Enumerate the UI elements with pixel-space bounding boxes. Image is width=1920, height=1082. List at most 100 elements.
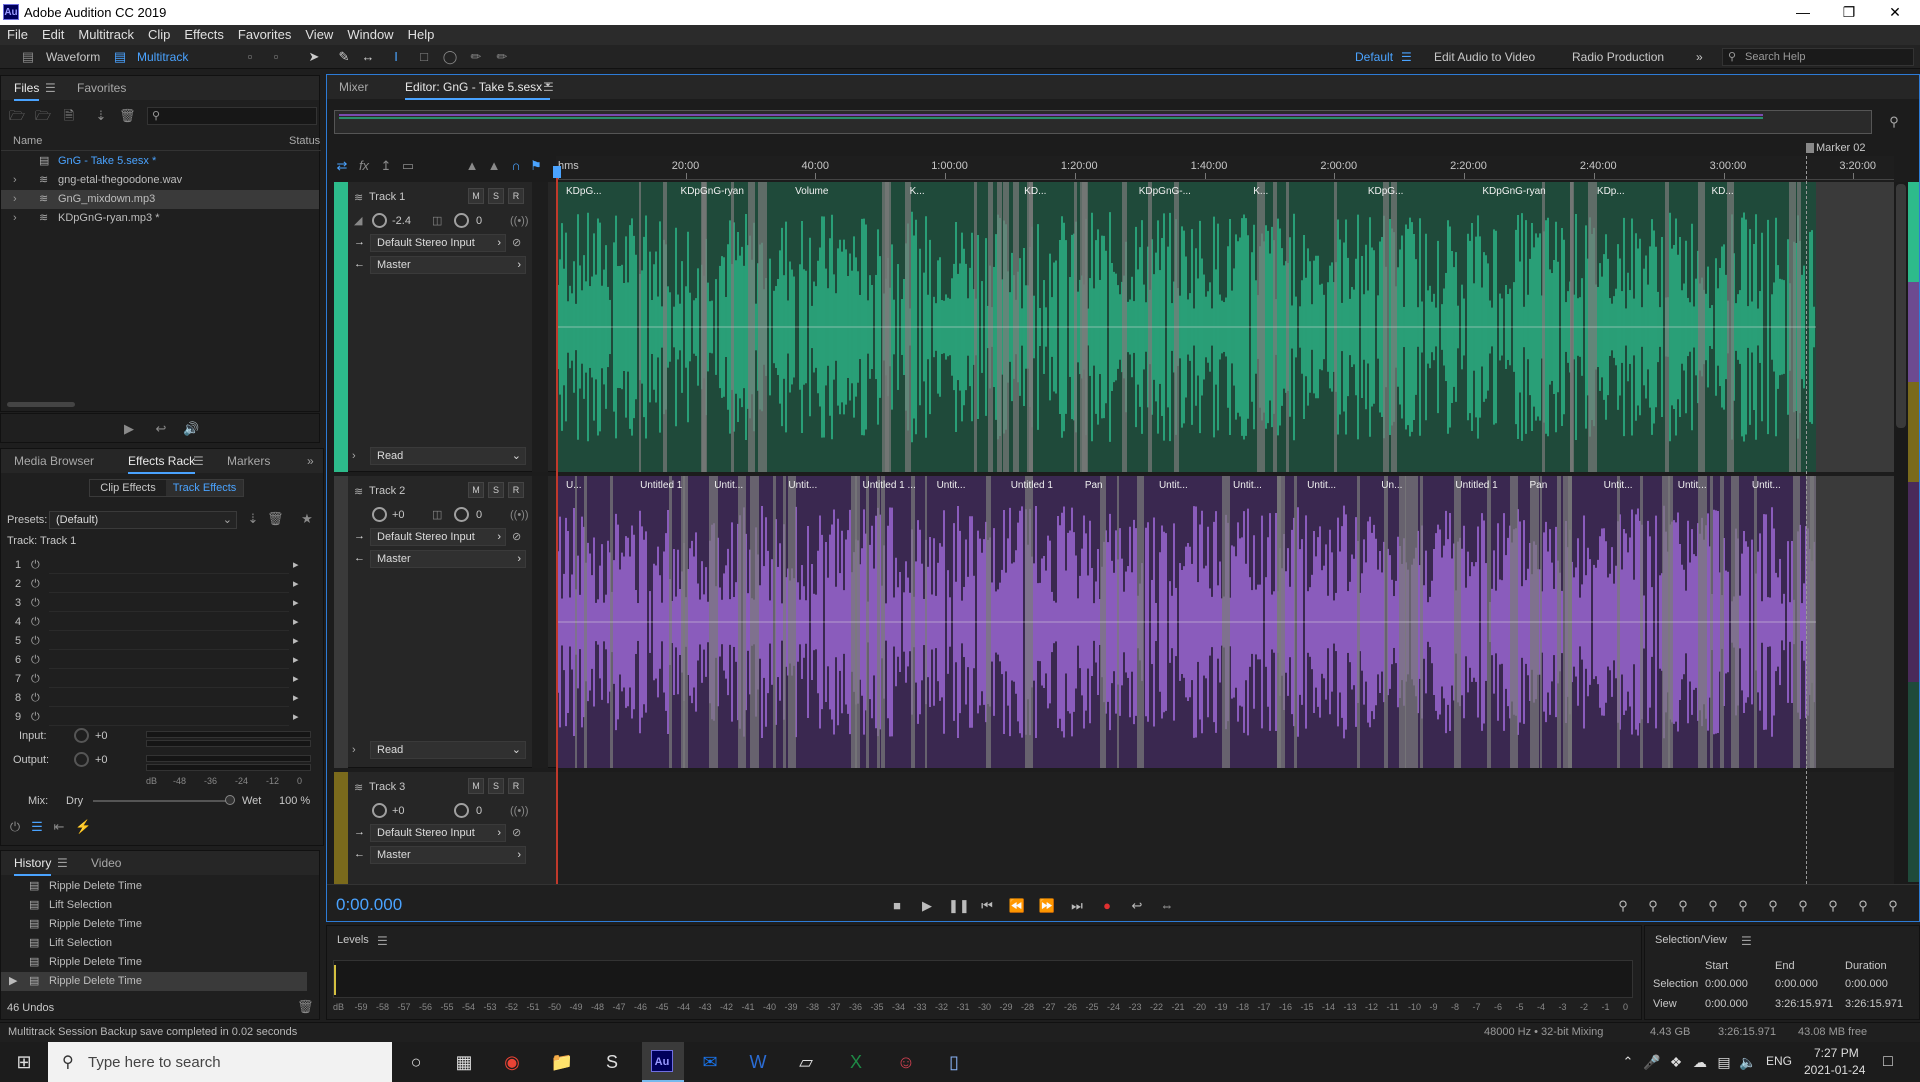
effect-slot[interactable]: 8 ⏻ ▸ [1,689,321,707]
input-dropdown[interactable]: Default Stereo Input › [370,824,506,842]
play-triangle-icon[interactable]: ▸ [293,594,299,613]
notepad-icon[interactable]: ▯ [938,1048,970,1076]
menu-edit[interactable]: Edit [35,25,71,45]
move-tool-icon[interactable]: ➤ [306,49,322,65]
tab-files[interactable]: Files [14,81,40,101]
effect-slot[interactable]: 9 ⏻ ▸ [1,708,321,726]
zoom-out-amplitude-icon[interactable]: ⚲ [1644,897,1662,915]
output-value[interactable]: +0 [95,754,108,766]
loop-icon[interactable]: ↩ [1128,897,1146,915]
play-triangle-icon[interactable]: ▸ [293,632,299,651]
minimize-button[interactable]: — [1780,0,1826,25]
expand-icon[interactable]: › [13,171,17,190]
clip-label[interactable]: KD... [1024,186,1046,197]
zoom-to-fit-icon[interactable]: ⚲ [1886,114,1902,130]
zoom-in-amplitude-icon[interactable]: ⚲ [1614,897,1632,915]
power-icon[interactable]: ⏻ [31,651,40,670]
view-end[interactable]: 3:26:15.971 [1775,998,1833,1010]
menu-multitrack[interactable]: Multitrack [71,25,141,45]
expand-icon[interactable]: › [13,190,17,209]
column-name[interactable]: Name [13,135,42,147]
outlook-icon[interactable]: ✉ [694,1048,726,1076]
skip-selection-icon[interactable]: ⇔ [1158,897,1176,915]
power-icon[interactable]: ⏻ [31,613,40,632]
power-icon[interactable]: ⏻ [31,556,40,575]
workspace-edit-audio-video[interactable]: Edit Audio to Video [1434,48,1535,66]
zoom-selection-icon[interactable]: ⚲ [1824,897,1842,915]
presets-dropdown[interactable]: (Default) ⌄ [49,511,237,529]
clip-label[interactable]: KDpGnG-ryan [1482,186,1545,197]
power-icon[interactable]: ⏻ [31,575,40,594]
history-item[interactable]: ▶ ▤ Ripple Delete Time [1,972,307,991]
taskbar-search-input[interactable]: Type here to search [88,1054,221,1071]
history-menu-icon[interactable]: ☰ [57,856,68,870]
effect-slot[interactable]: 4 ⏻ ▸ [1,613,321,631]
spectral-frequency-icon[interactable]: ▫ [242,49,258,65]
files-search-input[interactable]: ⚲ [147,107,317,125]
inputs-outputs-icon[interactable]: ⇄ [334,158,350,174]
effect-slot[interactable]: 3 ⏻ ▸ [1,594,321,612]
column-status[interactable]: Status [289,135,320,147]
marquee-tool-icon[interactable]: □ [416,49,432,65]
mute-button[interactable]: M [468,482,484,498]
expand-icon[interactable]: › [352,744,356,756]
metronome-icon[interactable]: ▲ [464,158,480,174]
menu-window[interactable]: Window [340,25,400,45]
menu-help[interactable]: Help [401,25,442,45]
stereo-icon[interactable]: ((•)) [510,509,529,521]
play-triangle-icon[interactable]: ▸ [293,651,299,670]
input-dropdown[interactable]: Default Stereo Input › [370,528,506,546]
tab-mixer[interactable]: Mixer [339,80,368,94]
play-preview-icon[interactable]: ▶ [121,421,137,437]
menu-effects[interactable]: Effects [177,25,231,45]
selection-duration[interactable]: 0:00.000 [1845,978,1888,990]
phase-icon[interactable]: ⊘ [512,826,521,839]
power-icon[interactable]: ⏻ [7,819,23,835]
zoom-fit-icon[interactable]: ⚲ [1884,897,1902,915]
clip-label[interactable]: Untit... [1752,480,1781,491]
history-item[interactable]: ▤ Ripple Delete Time [1,953,307,972]
effects-fx-icon[interactable]: fx [356,158,372,174]
mix-slider[interactable] [93,800,233,802]
power-icon[interactable]: ⏻ [31,632,40,651]
sends-icon[interactable]: ↥ [378,158,394,174]
track-lane-3[interactable] [556,772,1894,884]
power-icon[interactable]: ⏻ [31,594,40,613]
history-item[interactable]: ▤ Ripple Delete Time [1,915,307,934]
menu-file[interactable]: File [0,25,35,45]
output-gain-knob[interactable] [74,752,89,767]
input-value[interactable]: +0 [95,730,108,742]
mute-button[interactable]: M [468,188,484,204]
pan-value[interactable]: 0 [476,215,482,227]
search-help-box[interactable]: ⚲ Search Help [1722,48,1914,66]
volume-knob[interactable] [372,213,387,228]
playhead-handle[interactable] [553,166,561,178]
power-icon[interactable]: ⏻ [31,670,40,689]
current-time[interactable]: 0:00.000 [336,895,402,915]
open-file-icon[interactable]: 🗁 [9,108,25,124]
menu-clip[interactable]: Clip [141,25,177,45]
output-dropdown[interactable]: Master › [370,550,526,568]
clip-label[interactable]: Untit... [1678,480,1707,491]
automation-dropdown[interactable]: Read ⌄ [370,741,526,759]
audition-taskbar-button[interactable]: Au [642,1042,684,1082]
insert-icon[interactable]: ⇤ [51,819,67,835]
save-preset-icon[interactable]: ⇣ [245,511,261,527]
session-overview[interactable] [334,110,1872,134]
scrollbar-thumb[interactable] [1896,184,1906,428]
zoom-out-time-icon[interactable]: ⚲ [1704,897,1722,915]
volume-icon[interactable]: 🔈 [1732,1048,1764,1076]
menu-view[interactable]: View [298,25,340,45]
input-gain-knob[interactable] [74,728,89,743]
tab-markers[interactable]: Markers [227,454,270,468]
clock-date[interactable]: 2021-01-24 [1804,1063,1865,1077]
previous-icon[interactable]: ⏮ [978,897,996,915]
power-icon[interactable]: ⏻ [31,689,40,708]
file-item[interactable]: ▤ GnG - Take 5.sesx * [1,152,319,171]
zoom-in-point-icon[interactable]: ⚲ [1764,897,1782,915]
clip-label[interactable]: Untit... [1604,480,1633,491]
play-triangle-icon[interactable]: ▸ [293,556,299,575]
marker[interactable]: Marker 02 [1806,141,1916,157]
clip-label[interactable]: Untit... [1159,480,1188,491]
levels-menu-icon[interactable]: ☰ [377,934,388,948]
